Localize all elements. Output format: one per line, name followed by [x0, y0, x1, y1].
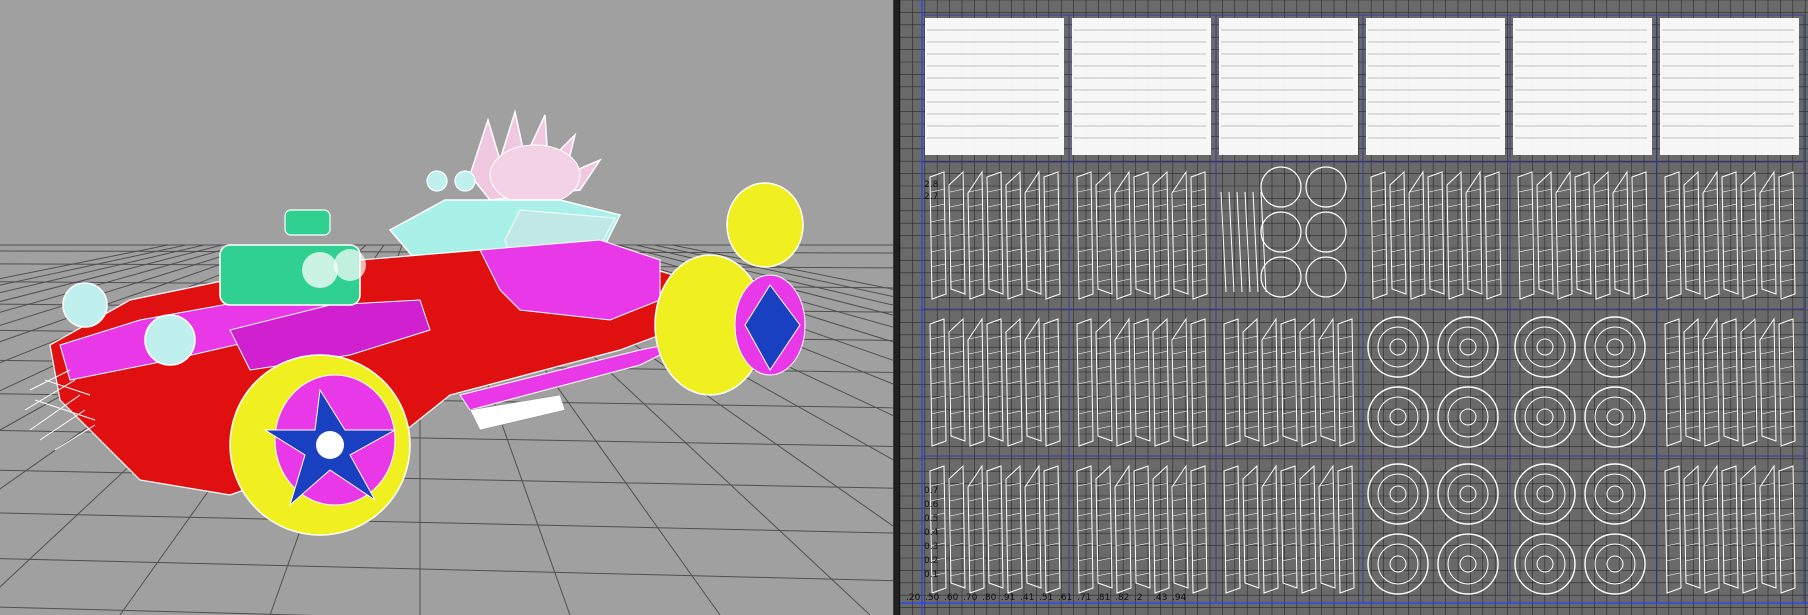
uv-editor-panel[interactable]: 2.8 2.7 0.7 0.6 0.5 0.4 0.3 0.2 0.1 .20 .50 .60 .70.…: [900, 0, 1808, 615]
u-axis-label: .61: [1058, 593, 1072, 603]
uv-tile: [1362, 455, 1511, 604]
u-axis-label: .2: [1134, 593, 1143, 603]
engine-block: [219, 209, 366, 306]
u-axis-label: .41: [1020, 593, 1034, 603]
uv-canvas[interactable]: 2.8 2.7 0.7 0.6 0.5 0.4 0.3 0.2 0.1 .20 .50 .60 .70.…: [900, 0, 1808, 615]
v-axis-label: 0.1: [924, 570, 938, 580]
uv-tile: [1509, 455, 1658, 604]
u-axis-label: .70: [963, 593, 978, 603]
v-axis-label: 0.3: [924, 542, 938, 552]
front-wheel: [229, 354, 411, 536]
v-axis-label: 0.4: [924, 528, 939, 538]
u-axis-label: .51: [1039, 593, 1053, 603]
uv-tile: [1068, 455, 1217, 604]
v-axis-label: 0.6: [924, 500, 939, 510]
u-axis-label: .50: [925, 593, 940, 603]
u-axis-label: .43: [1153, 593, 1167, 603]
v-axis-label: 2.7: [924, 192, 938, 202]
u-axis-label: .80: [982, 593, 997, 603]
u-axis-label: .81: [1096, 593, 1110, 603]
uv-tile: [1509, 14, 1658, 163]
uv-tile: [1215, 455, 1364, 604]
v-axis-label: 0.5: [924, 514, 938, 524]
v-axis-label: 2.8: [924, 180, 939, 190]
u-axis-label: .71: [1077, 593, 1091, 603]
panel-splitter[interactable]: [893, 0, 900, 615]
uv-tile: [1068, 14, 1217, 163]
rear-wheel: [654, 182, 806, 396]
uv-tile: [921, 14, 1070, 163]
v-axis-label: 0.7: [924, 486, 938, 496]
car-model[interactable]: [24, 109, 806, 536]
uv-tiles: [921, 14, 1805, 604]
sawblade-part: [469, 109, 603, 206]
uv-tile: [921, 455, 1070, 604]
u-axis-label: .60: [944, 593, 959, 603]
viewport-canvas[interactable]: [0, 0, 893, 615]
u-axis-label: .82: [1115, 593, 1129, 603]
uv-tile: [1215, 14, 1364, 163]
uv-tile: [1362, 14, 1511, 163]
u-axis-label: .94: [1172, 593, 1187, 603]
v-axis-label: 0.2: [924, 556, 938, 566]
uv-tile: [1656, 14, 1805, 163]
u-axis-label: .91: [1001, 593, 1015, 603]
perspective-viewport[interactable]: [0, 0, 893, 615]
u-axis-label: .20: [906, 593, 921, 603]
